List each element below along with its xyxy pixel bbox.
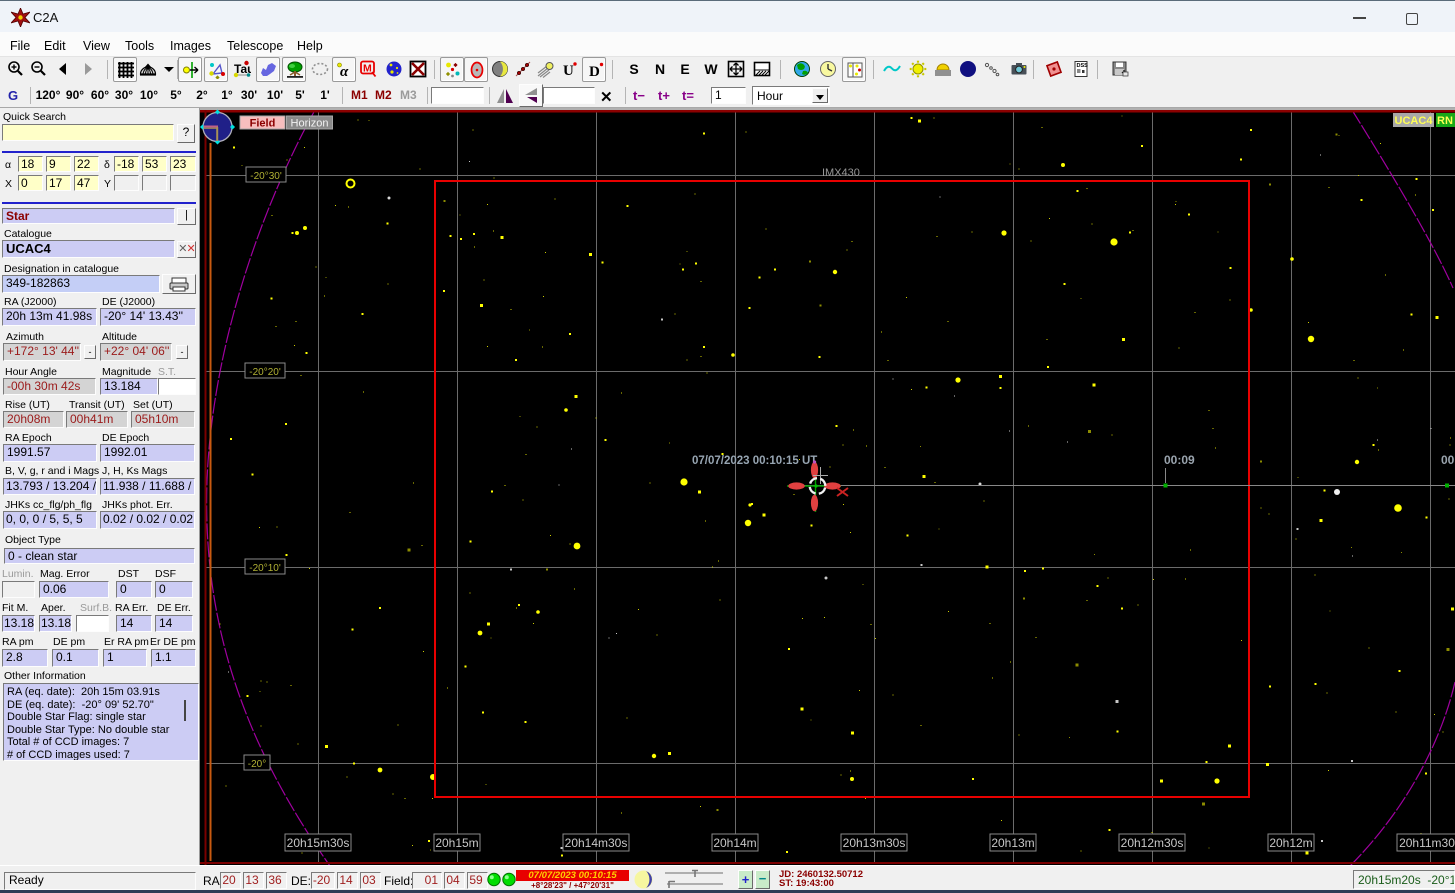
svg-text:20h14m30s: 20h14m30s [565, 836, 628, 850]
svg-text:00: 00 [1441, 453, 1455, 467]
svg-text:Horizon: Horizon [291, 118, 329, 130]
svg-text:20h15m: 20h15m [435, 836, 478, 850]
svg-text:U: U [563, 63, 574, 78]
svg-text:-20°20': -20°20' [249, 367, 281, 378]
svg-text:20h11m30s: 20h11m30s [1399, 836, 1455, 850]
svg-text:RN: RN [1437, 115, 1453, 127]
svg-text:M: M [363, 63, 372, 75]
svg-text:E: E [680, 61, 689, 77]
svg-text:W: W [704, 61, 718, 77]
svg-text:Field: Field [250, 118, 276, 130]
svg-text:-20°30': -20°30' [250, 171, 282, 182]
svg-text:IMX430: IMX430 [822, 167, 860, 179]
svg-text:DSS: DSS [1077, 63, 1089, 69]
svg-text:-20°10': -20°10' [249, 563, 281, 574]
svg-text:N: N [655, 61, 665, 77]
svg-text:07/07/2023 00:10:15 UT: 07/07/2023 00:10:15 UT [692, 455, 817, 467]
svg-text:S: S [629, 61, 638, 77]
svg-text:20h14m: 20h14m [713, 836, 756, 850]
svg-text:20h13m: 20h13m [991, 836, 1034, 850]
svg-text:-20°: -20° [248, 759, 266, 770]
svg-text:20h13m30s: 20h13m30s [843, 836, 906, 850]
svg-text:20h12m: 20h12m [1269, 836, 1312, 850]
svg-text:UCAC4: UCAC4 [1395, 115, 1434, 127]
svg-text:20h12m30s: 20h12m30s [1121, 836, 1184, 850]
svg-text:00:09: 00:09 [1164, 453, 1195, 467]
svg-text:20h15m30s: 20h15m30s [287, 836, 350, 850]
svg-text:D: D [589, 64, 600, 79]
